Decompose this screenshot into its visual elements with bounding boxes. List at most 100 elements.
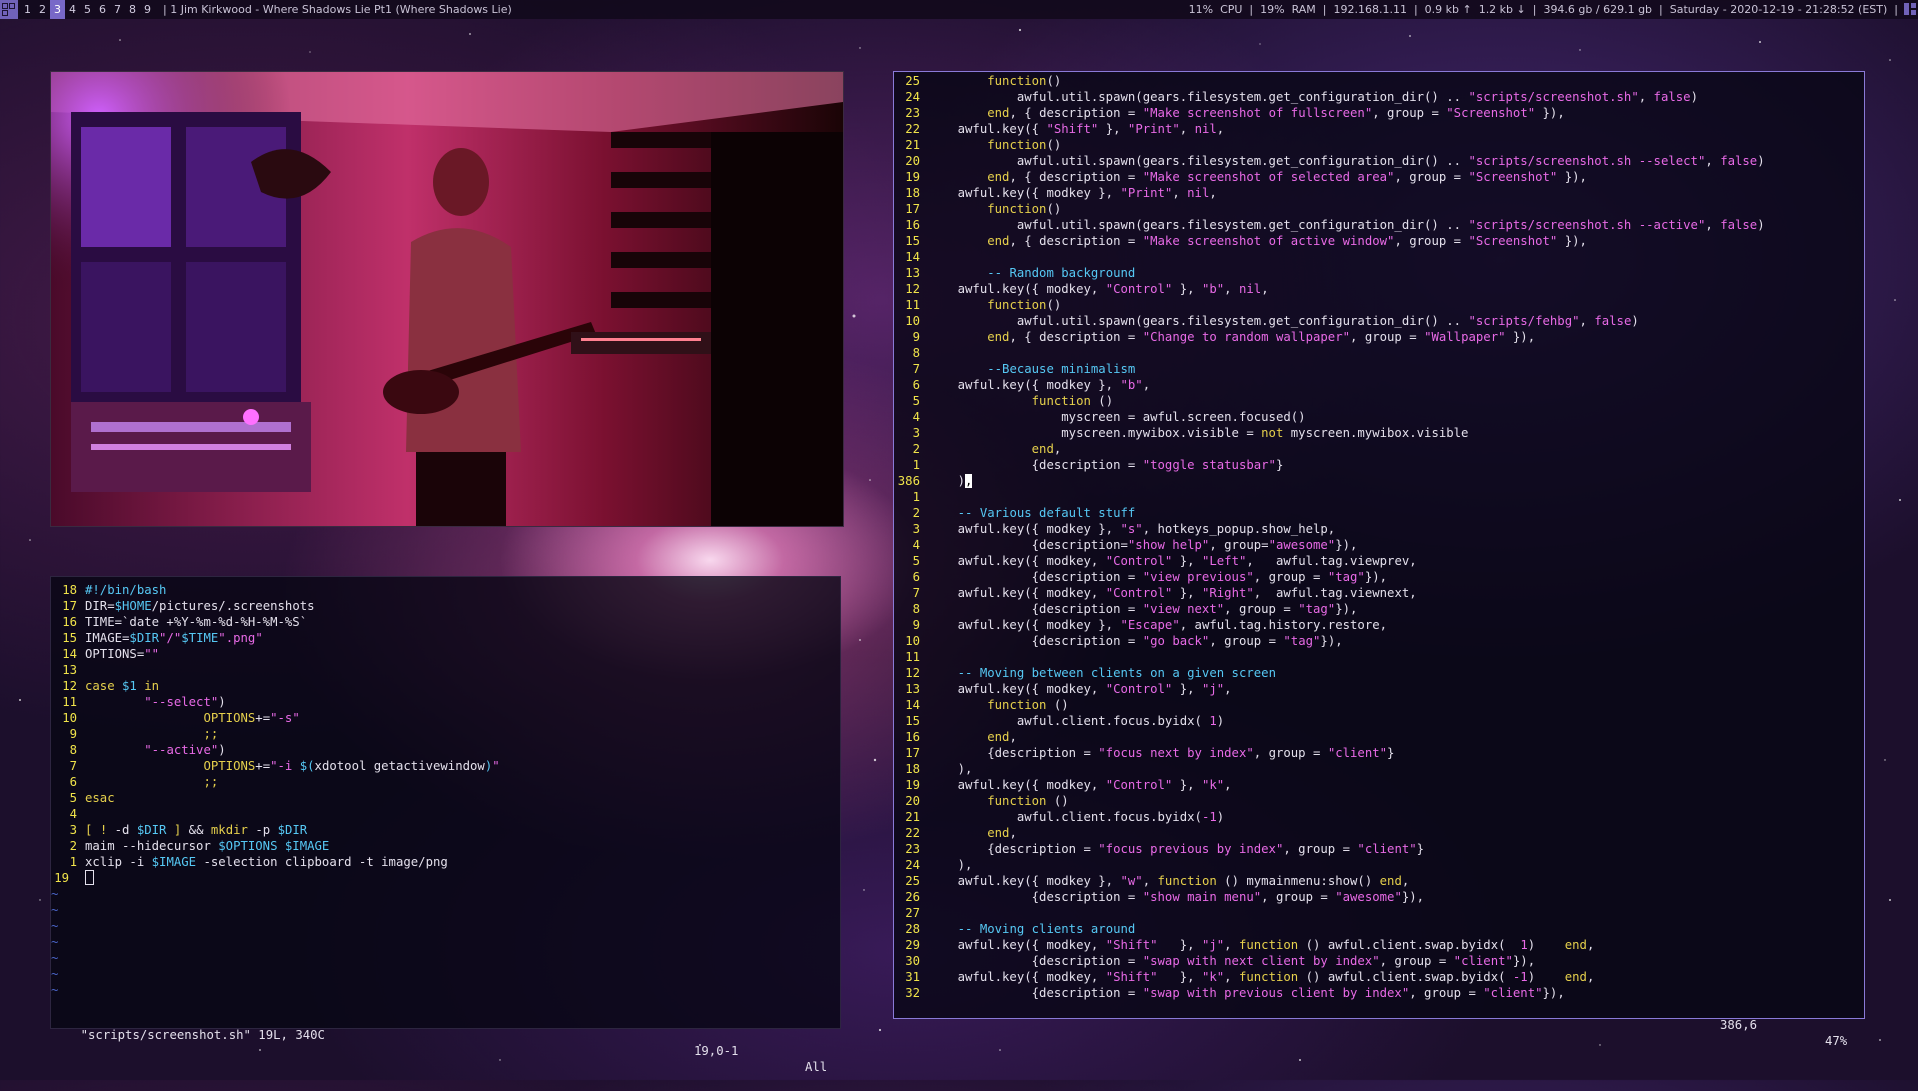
status-cursor-position: 386,6 — [1720, 1018, 1758, 1032]
code-line: 4 — [69, 807, 77, 821]
code-line: 14 — [905, 250, 920, 264]
code-line: 13 -- Random background — [905, 266, 1136, 280]
text-cursor: , — [965, 474, 973, 488]
code-line: 9 end, { description = "Change to random… — [912, 330, 1536, 344]
code-line: 5 awful.key({ modkey, "Control" }, "Left… — [912, 554, 1417, 568]
code-line: 21 function() — [905, 138, 1062, 152]
code-line: 18 ), — [905, 762, 973, 776]
code-line: 20 function () — [905, 794, 1069, 808]
code-line: 10 OPTIONS+="-s" — [62, 711, 300, 725]
code-line: 31 awful.key({ modkey, "Shift" }, "k", f… — [905, 970, 1595, 984]
tag-1[interactable]: 1 — [20, 0, 35, 19]
code-line: 7 OPTIONS+="-i $(xdotool getactivewindow… — [69, 759, 500, 773]
code-line: 14 function () — [905, 698, 1069, 712]
code-line: 18 #!/bin/bash — [62, 583, 167, 597]
code-line: 5 function () — [912, 394, 1114, 408]
code-line: 17 function() — [905, 202, 1062, 216]
code-line-current: 19 — [51, 870, 840, 886]
code-line: 7 awful.key({ modkey, "Control" }, "Righ… — [912, 586, 1417, 600]
code-line: 22 awful.key({ "Shift" }, "Print", nil, — [905, 122, 1225, 136]
empty-line-marker: ~ — [51, 919, 59, 933]
code-line: 1 xclip -i $IMAGE -selection clipboard -t… — [69, 855, 448, 869]
code-line: 23 end, { description = "Make screenshot… — [905, 106, 1565, 120]
code-line: 19 end, { description = "Make screenshot… — [905, 170, 1587, 184]
video-frame — [51, 72, 843, 526]
code-line: 32 {description = "swap with previous cl… — [905, 986, 1565, 1000]
empty-line-marker: ~ — [51, 967, 59, 981]
code-line: 19 awful.key({ modkey, "Control" }, "k", — [905, 778, 1232, 792]
code-line: 12 awful.key({ modkey, "Control" }, "b",… — [905, 282, 1269, 296]
code-line: 8 {description = "view next", group = "t… — [912, 602, 1358, 616]
layout-icon[interactable] — [1904, 3, 1916, 15]
code-line: 13 awful.key({ modkey, "Control" }, "j", — [905, 682, 1232, 696]
tag-list: 1 2 3 4 5 6 7 8 9 — [20, 0, 155, 19]
code-line: 26 {description = "show main menu", grou… — [905, 890, 1425, 904]
code-line: 1 — [912, 490, 920, 504]
focused-window-title[interactable]: | 1 Jim Kirkwood - Where Shadows Lie Pt1… — [163, 0, 512, 19]
code-line: 16 awful.util.spawn(gears.filesystem.get… — [905, 218, 1765, 232]
code-line: 11 function() — [905, 298, 1062, 312]
code-line: 20 awful.util.spawn(gears.filesystem.get… — [905, 154, 1765, 168]
terminal-vim-screenshot-script[interactable]: 18 #!/bin/bash 17 DIR=$HOME/pictures/.scre… — [50, 576, 841, 1074]
top-panel: 1 2 3 4 5 6 7 8 9 | 1 Jim Kirkwood - Whe… — [0, 0, 1918, 19]
code-line: 30 {description = "swap with next client… — [905, 954, 1536, 968]
editor-buffer[interactable]: 25 function() 24 awful.util.spawn(gears.… — [894, 73, 1864, 1001]
empty-line-marker: ~ — [51, 935, 59, 949]
code-line: 17 DIR=$HOME/pictures/.screenshots — [62, 599, 315, 613]
text-cursor — [85, 870, 94, 885]
code-line: 2 maim --hidecursor $OPTIONS $IMAGE — [69, 839, 330, 853]
status-file-info: "scripts/screenshot.sh" 19L, 340C — [80, 1028, 325, 1042]
status-cursor-position: 19,0-1 — [694, 1044, 739, 1058]
code-line: 13 — [62, 663, 77, 677]
code-line: 2 end, — [912, 442, 1062, 456]
code-line: 8 "--active") — [69, 743, 226, 757]
code-line: 16 TIME=`date +%Y-%m-%d-%H-%M-%S` — [62, 615, 308, 629]
empty-line-marker: ~ — [51, 887, 59, 901]
code-line: 15 end, { description = "Make screenshot… — [905, 234, 1587, 248]
code-line: 3 awful.key({ modkey }, "s", hotkeys_pop… — [912, 522, 1336, 536]
system-info: 11% CPU | 19% RAM | 192.168.1.11 | 0.9 k… — [1188, 3, 1898, 16]
vim-status-line: "scripts/screenshot.sh" 19L, 340C 19,0-1… — [51, 1011, 840, 1074]
code-line: 12 -- Moving between clients on a given … — [905, 666, 1276, 680]
code-line: 10 {description = "go back", group = "ta… — [905, 634, 1343, 648]
empty-line-marker: ~ — [51, 951, 59, 965]
code-line: 15 awful.client.focus.byidx( 1) — [905, 714, 1225, 728]
code-line-current: 386 ), — [897, 474, 973, 488]
terminal-vim-rc-lua[interactable]: 25 function() 24 awful.util.spawn(gears.… — [893, 71, 1865, 1048]
code-line: 8 — [912, 346, 920, 360]
code-line: 6 awful.key({ modkey }, "b", — [912, 378, 1151, 392]
code-line: 2 -- Various default stuff — [912, 506, 1136, 520]
empty-line-marker: ~ — [51, 903, 59, 917]
code-line: 22 end, — [905, 826, 1017, 840]
code-line: 25 awful.key({ modkey }, "w", function (… — [905, 874, 1410, 888]
code-line: 6 ;; — [69, 775, 219, 789]
editor-buffer[interactable]: 18 #!/bin/bash 17 DIR=$HOME/pictures/.scre… — [51, 582, 840, 998]
code-line: 21 awful.client.focus.byidx(-1) — [905, 810, 1225, 824]
code-line: 15 IMAGE=$DIR"/"$TIME".png" — [62, 631, 263, 645]
code-line: 9 ;; — [69, 727, 219, 741]
code-line: 4 {description="show help", group="aweso… — [912, 538, 1358, 552]
tag-4[interactable]: 4 — [65, 0, 80, 19]
launcher-menu-icon[interactable] — [0, 0, 18, 19]
tag-7[interactable]: 7 — [110, 0, 125, 19]
tag-9[interactable]: 9 — [140, 0, 155, 19]
code-line: 11 — [905, 650, 920, 664]
code-line: 16 end, — [905, 730, 1017, 744]
vim-status-line: 386,6 47% — [894, 1001, 1864, 1048]
code-line: 24 ), — [905, 858, 973, 872]
code-line: 6 {description = "view previous", group … — [912, 570, 1388, 584]
code-line: 3[ ! -d $DIR ] && mkdir -p $DIR — [69, 823, 308, 837]
tag-3-active[interactable]: 3 — [50, 0, 65, 19]
code-line: 9 awful.key({ modkey }, "Escape", awful.… — [912, 618, 1388, 632]
video-player-window[interactable] — [50, 71, 844, 527]
status-scroll: 47% — [1825, 1034, 1848, 1048]
tag-2[interactable]: 2 — [35, 0, 50, 19]
code-line: 4 myscreen = awful.screen.focused() — [912, 410, 1306, 424]
code-line: 27 — [905, 906, 920, 920]
tag-5[interactable]: 5 — [80, 0, 95, 19]
code-line: 14 OPTIONS="" — [62, 647, 160, 661]
tag-8[interactable]: 8 — [125, 0, 140, 19]
code-line: 23 {description = "focus previous by ind… — [905, 842, 1425, 856]
code-line: 11 "--select") — [62, 695, 226, 709]
tag-6[interactable]: 6 — [95, 0, 110, 19]
